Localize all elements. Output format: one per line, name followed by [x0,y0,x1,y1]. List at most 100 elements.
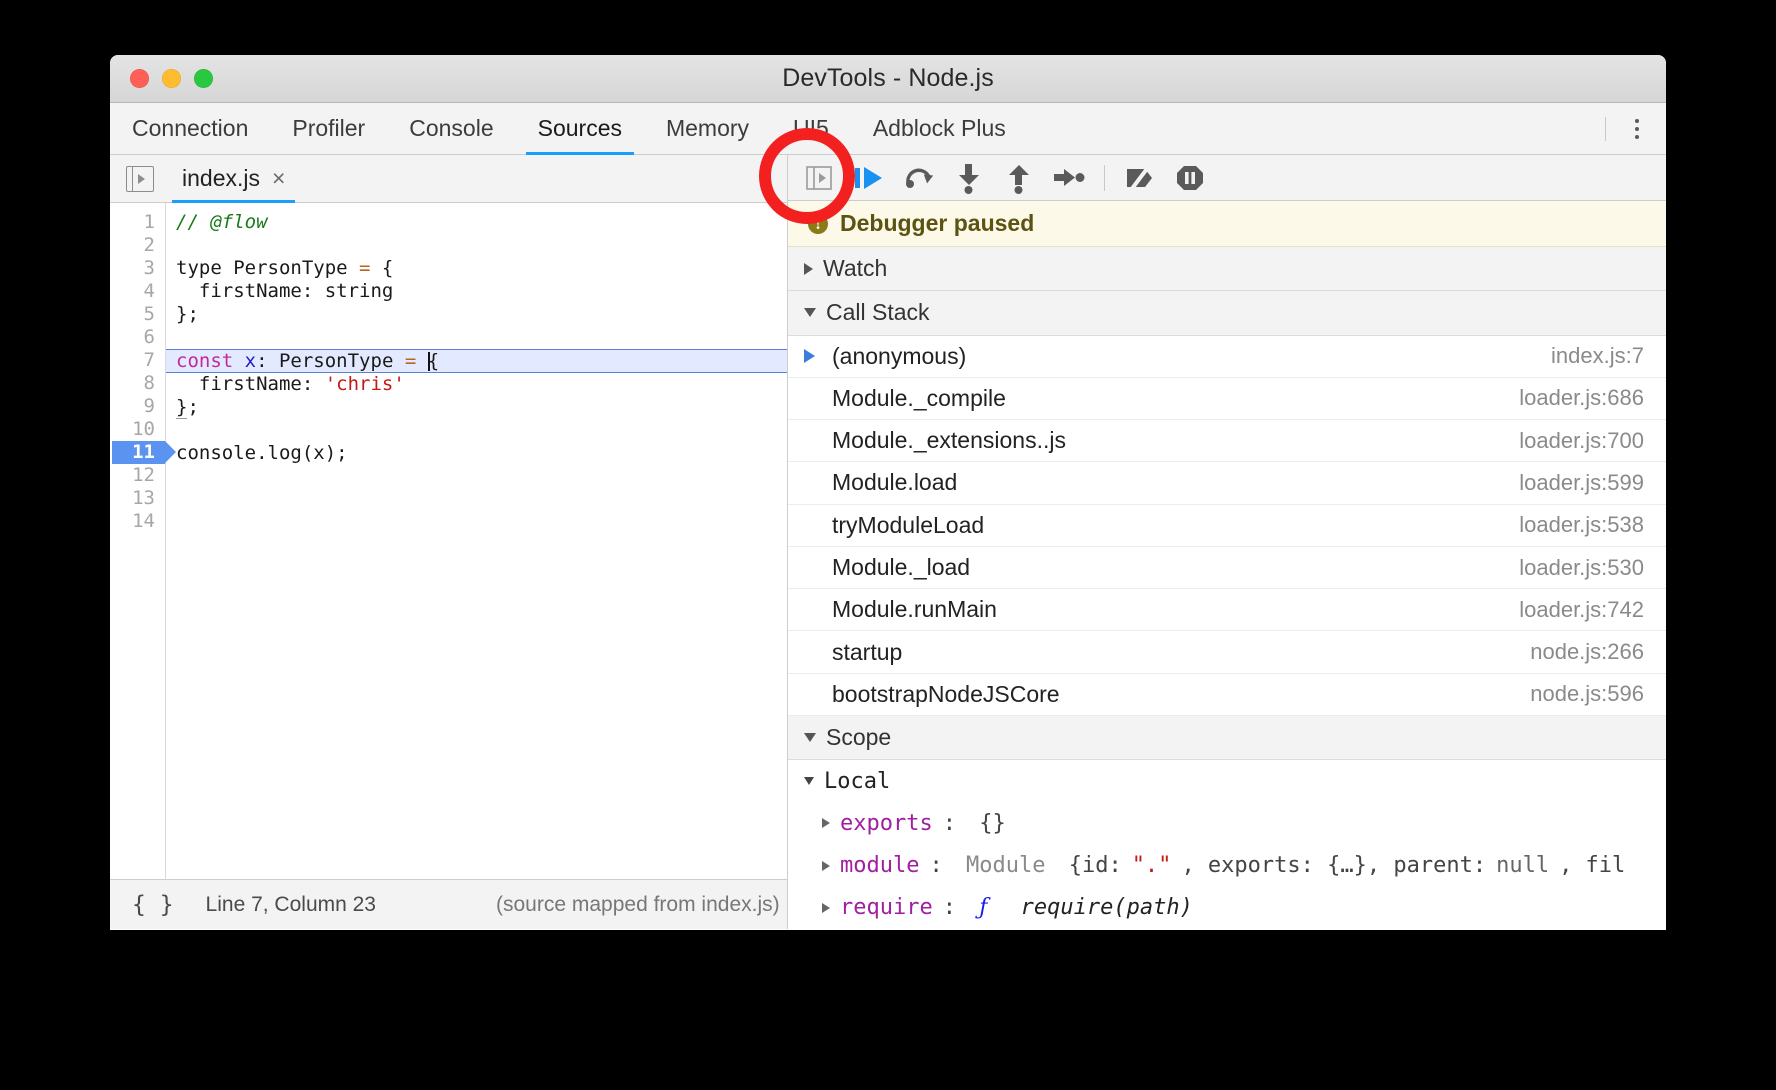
tab-memory[interactable]: Memory [644,103,771,154]
step-into-icon[interactable] [944,158,994,198]
call-stack-label: Call Stack [826,299,930,326]
chevron-right-icon[interactable] [822,860,830,871]
call-stack-frame[interactable]: Module.load loader.js:599 [788,462,1666,505]
scope-entry-require[interactable]: require: ƒ require(path) [788,887,1666,929]
chevron-down-icon [804,777,814,786]
close-icon[interactable]: × [272,165,285,192]
file-tab-label: index.js [182,165,260,191]
scope-group-label: Local [824,768,891,794]
call-stack-frame[interactable]: Module._extensions..js loader.js:700 [788,420,1666,463]
frame-name: startup [832,638,903,665]
frame-name: Module.runMain [832,596,997,623]
scope-section-header[interactable]: Scope [788,715,1666,761]
frame-location: node.js:596 [1530,681,1644,707]
chevron-right-icon[interactable] [822,818,830,829]
sources-panel: index.js × 1 2 3 4 5 6 7 8 9 10 11 12 13… [110,155,788,929]
call-stack-frame[interactable]: Module._compile loader.js:686 [788,377,1666,421]
frame-location: loader.js:530 [1519,554,1644,580]
code-line-4: firstName: string [176,280,394,302]
scope-entry-exports[interactable]: exports: {} [788,802,1666,844]
call-stack-frame[interactable]: startup node.js:266 [788,631,1666,674]
frame-name: tryModuleLoad [832,511,985,538]
watch-section-header[interactable]: Watch [788,247,1666,292]
line-number[interactable]: 9 [110,395,165,418]
line-number[interactable]: 12 [110,464,165,487]
tab-sources[interactable]: Sources [516,103,644,155]
call-stack-frame[interactable]: bootstrapNodeJSCore node.js:596 [788,673,1666,716]
call-stack-frame[interactable]: tryModuleLoad loader.js:538 [788,504,1666,547]
frame-name: Module.load [832,469,958,496]
screenshot-root: DevTools - Node.js Connection Profiler C… [0,0,1776,1090]
scope-entry-module[interactable]: module: Module {id: ".", exports: {…}, p… [788,845,1666,887]
scope-entry-value: {} [979,810,1006,836]
line-number[interactable]: 6 [110,326,165,349]
step-out-icon[interactable] [994,158,1044,198]
chevron-down-icon [804,308,816,318]
line-number[interactable]: 14 [110,510,165,533]
current-frame-arrow-icon [804,349,832,364]
frame-name: (anonymous) [832,342,967,369]
editor-status-bar: { } Line 7, Column 23 (source mapped fro… [110,879,787,929]
code-editor[interactable]: 1 2 3 4 5 6 7 8 9 10 11 12 13 14 // @flo… [110,203,787,879]
call-stack-frame-selected[interactable]: (anonymous) index.js:7 [788,335,1666,378]
code-line-5: }; [176,303,199,325]
tab-console[interactable]: Console [387,103,515,154]
tab-profiler[interactable]: Profiler [270,103,387,154]
frame-name: Module._load [832,554,971,581]
devtools-tabbar: Connection Profiler Console Sources Memo… [110,103,1666,155]
window-title: DevTools - Node.js [782,64,994,92]
line-number[interactable]: 8 [110,372,165,395]
code-line-3: type PersonType = { [176,257,394,279]
pretty-print-icon[interactable]: { } [132,892,174,918]
watch-label: Watch [823,255,888,282]
line-number[interactable]: 13 [110,487,165,510]
frame-name: bootstrapNodeJSCore [832,680,1060,707]
pause-on-exceptions-icon[interactable] [1165,158,1215,198]
scope-group-local[interactable]: Local [788,760,1666,802]
tab-connection[interactable]: Connection [110,103,270,154]
show-debugger-sidebar-icon[interactable] [794,158,844,198]
frame-name: Module._extensions..js [832,427,1066,454]
debugger-panel: ! Debugger paused Watch Call Stack (anon… [788,155,1666,929]
chevron-down-icon [804,733,816,743]
frame-name: Module._compile [832,384,1006,411]
scope-entry-name: exports [840,810,933,836]
resume-script-icon[interactable] [844,158,894,198]
step-over-icon[interactable] [894,158,944,198]
line-number-gutter[interactable]: 1 2 3 4 5 6 7 8 9 10 11 12 13 14 [110,203,176,879]
tab-adblock-plus[interactable]: Adblock Plus [851,103,1028,154]
devtools-body: index.js × 1 2 3 4 5 6 7 8 9 10 11 12 13… [110,155,1666,929]
code-line-1: // @flow [176,211,268,233]
show-navigator-icon[interactable] [126,165,154,192]
frame-location: loader.js:700 [1519,427,1644,453]
line-number[interactable]: 7 [110,349,165,372]
line-number[interactable]: 2 [110,234,165,257]
code-line-11: console.log(x); [176,442,348,464]
code-content[interactable]: // @flow type PersonType = { firstName: … [166,203,787,879]
debugger-paused-label: Debugger paused [840,210,1035,237]
call-stack-frame[interactable]: Module._load loader.js:530 [788,546,1666,590]
tab-ui5[interactable]: UI5 [771,103,851,154]
code-line-7-execution: const x: PersonType = { [166,349,787,373]
file-tab-index-js[interactable]: index.js × [171,155,296,203]
debugger-toolbar [788,155,1666,202]
kebab-menu-icon[interactable] [1622,114,1652,144]
call-stack-section-header[interactable]: Call Stack [788,291,1666,336]
line-number[interactable]: 10 [110,418,165,441]
step-icon[interactable] [1044,158,1094,198]
call-stack-frame[interactable]: Module.runMain loader.js:742 [788,589,1666,632]
line-number[interactable]: 5 [110,303,165,326]
frame-location: loader.js:686 [1519,385,1644,411]
frame-location: loader.js:742 [1519,596,1644,622]
frame-location: loader.js:538 [1519,512,1644,538]
line-number[interactable]: 4 [110,280,165,303]
line-number[interactable]: 3 [110,257,165,280]
breakpoint-marker-line-11[interactable]: 11 [112,441,176,464]
deactivate-breakpoints-icon[interactable] [1115,158,1165,198]
window-titlebar: DevTools - Node.js [110,55,1666,103]
line-number[interactable]: 1 [110,211,165,234]
chevron-right-icon[interactable] [822,902,830,913]
toolbar-divider [1104,164,1105,191]
